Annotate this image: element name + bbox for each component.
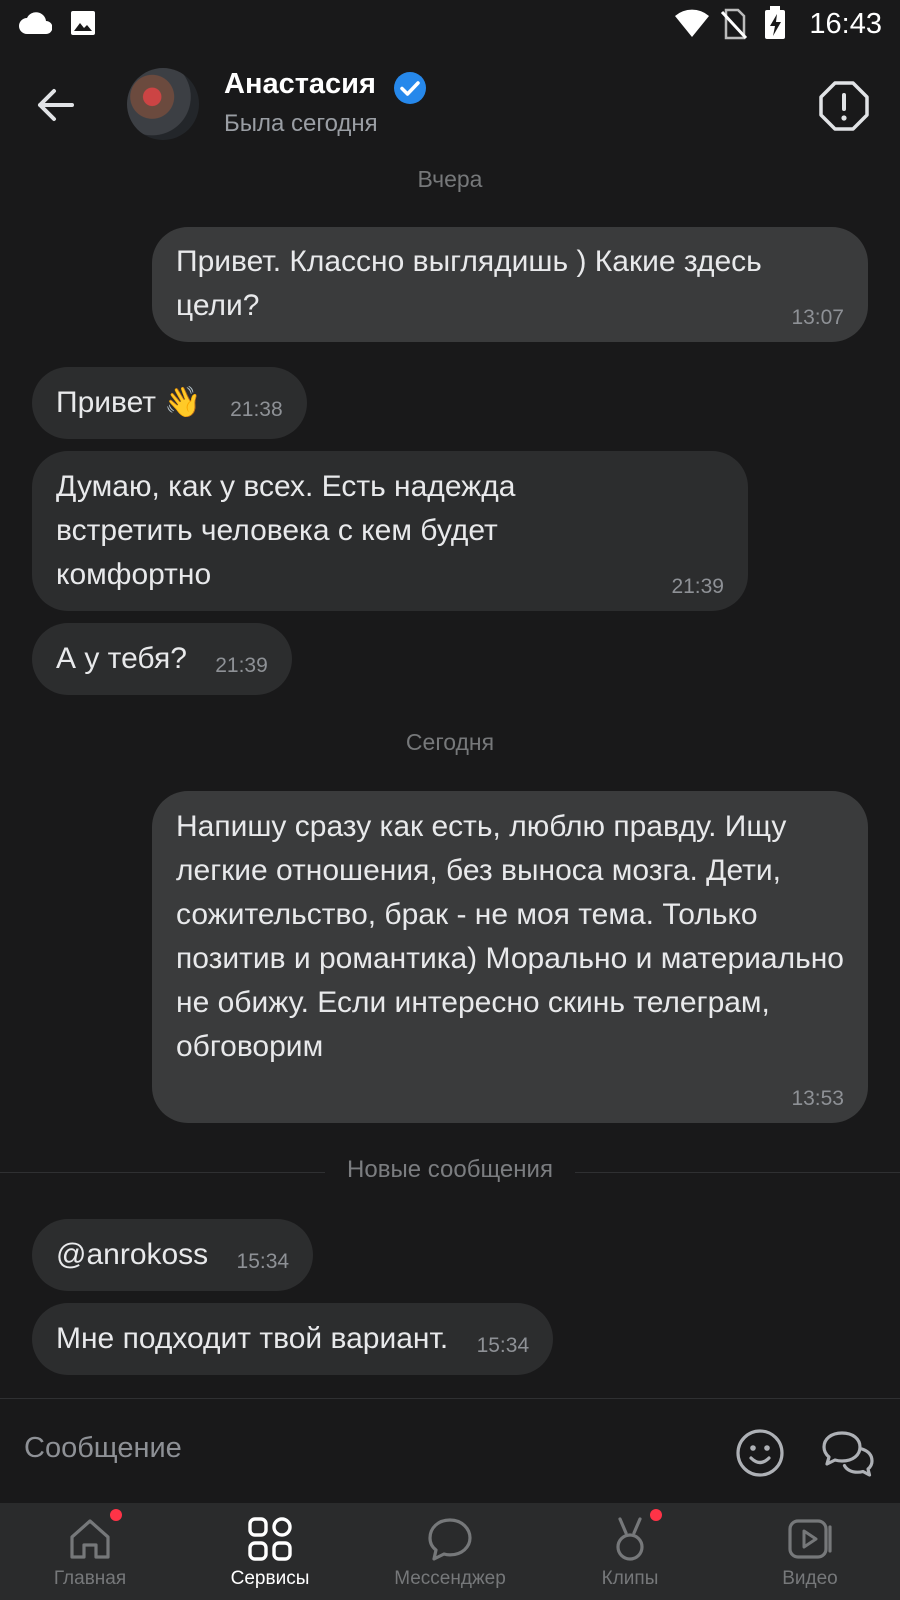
- no-sim-icon: [720, 8, 748, 40]
- verified-badge-icon: [394, 72, 426, 104]
- message-time: 13:53: [791, 1087, 844, 1110]
- message-bubble-incoming[interactable]: Мне подходит твой вариант. 15:34: [32, 1303, 554, 1375]
- date-separator: Вчера: [417, 166, 483, 192]
- chat-bubbles-icon[interactable]: [820, 1427, 876, 1479]
- report-icon[interactable]: [818, 80, 870, 132]
- notification-badge: [110, 1509, 122, 1521]
- avatar[interactable]: [127, 68, 199, 140]
- nav-item-services[interactable]: Сервисы: [180, 1503, 360, 1600]
- battery-charging-icon: [765, 6, 785, 39]
- message-time: 21:38: [230, 398, 283, 421]
- message-bubble-incoming[interactable]: Думаю, как у всех. Есть надежда встретит…: [32, 451, 748, 611]
- emoji-icon[interactable]: [734, 1427, 786, 1479]
- nav-item-clips[interactable]: Клипы: [540, 1503, 720, 1600]
- message-time: 21:39: [671, 575, 724, 598]
- clips-icon: [616, 1517, 644, 1561]
- message-text: Думаю, как у всех. Есть надежда встретит…: [56, 470, 516, 591]
- cloud-icon: [19, 12, 52, 34]
- bottom-navigation: Главная Сервисы Мессенджер Клипы Видео: [0, 1503, 900, 1600]
- back-arrow-icon[interactable]: [30, 80, 80, 130]
- video-icon: [788, 1519, 832, 1559]
- contact-name[interactable]: Анастасия: [224, 68, 376, 101]
- nav-item-video[interactable]: Видео: [720, 1503, 900, 1600]
- last-seen-status: Была сегодня: [224, 110, 378, 137]
- date-separator: Сегодня: [405, 729, 495, 755]
- home-icon: [70, 1519, 110, 1559]
- message-time: 13:07: [791, 306, 844, 329]
- new-messages-label: Новые сообщения: [325, 1156, 575, 1183]
- message-text: Привет. Классно выглядишь ) Какие здесь …: [176, 245, 762, 322]
- nav-item-home[interactable]: Главная: [0, 1503, 180, 1600]
- message-time: 21:39: [215, 654, 268, 677]
- message-time: 15:34: [476, 1334, 530, 1357]
- new-messages-label-container: Новые сообщения: [0, 1156, 900, 1184]
- message-text: Напишу сразу как есть, люблю правду. Ищу…: [176, 810, 844, 1063]
- message-bubble-outgoing[interactable]: Привет. Классно выглядишь ) Какие здесь …: [152, 227, 868, 342]
- services-grid-icon: [248, 1517, 292, 1561]
- wifi-icon: [675, 9, 709, 37]
- notification-badge: [650, 1509, 662, 1521]
- message-bubble-outgoing[interactable]: Напишу сразу как есть, люблю правду. Ищу…: [152, 791, 868, 1123]
- status-time: 16:43: [809, 8, 882, 40]
- message-bubble-incoming[interactable]: Привет 👋 21:38: [32, 367, 307, 439]
- nav-label: Клипы: [601, 1568, 659, 1589]
- message-bubble-incoming[interactable]: А у тебя? 21:39: [32, 623, 292, 695]
- image-icon: [71, 11, 95, 35]
- waving-hand-emoji: 👋: [164, 386, 202, 419]
- messenger-icon: [428, 1518, 472, 1561]
- message-bubble-incoming[interactable]: @anrokoss 15:34: [32, 1219, 314, 1291]
- message-text: Мне подходит твой вариант.: [56, 1322, 449, 1355]
- nav-label: Видео: [782, 1568, 838, 1589]
- nav-label: Сервисы: [230, 1568, 310, 1589]
- composer-divider: [0, 1398, 900, 1399]
- message-input[interactable]: Сообщение: [24, 1432, 182, 1465]
- message-text: А у тебя?: [56, 642, 187, 675]
- message-text: @anrokoss: [56, 1238, 209, 1271]
- status-bar: 16:43: [0, 0, 900, 50]
- nav-label: Главная: [53, 1568, 127, 1589]
- nav-label: Мессенджер: [394, 1568, 506, 1589]
- message-time: 15:34: [236, 1250, 290, 1273]
- message-text: Привет: [56, 386, 157, 419]
- nav-item-messenger[interactable]: Мессенджер: [360, 1503, 540, 1600]
